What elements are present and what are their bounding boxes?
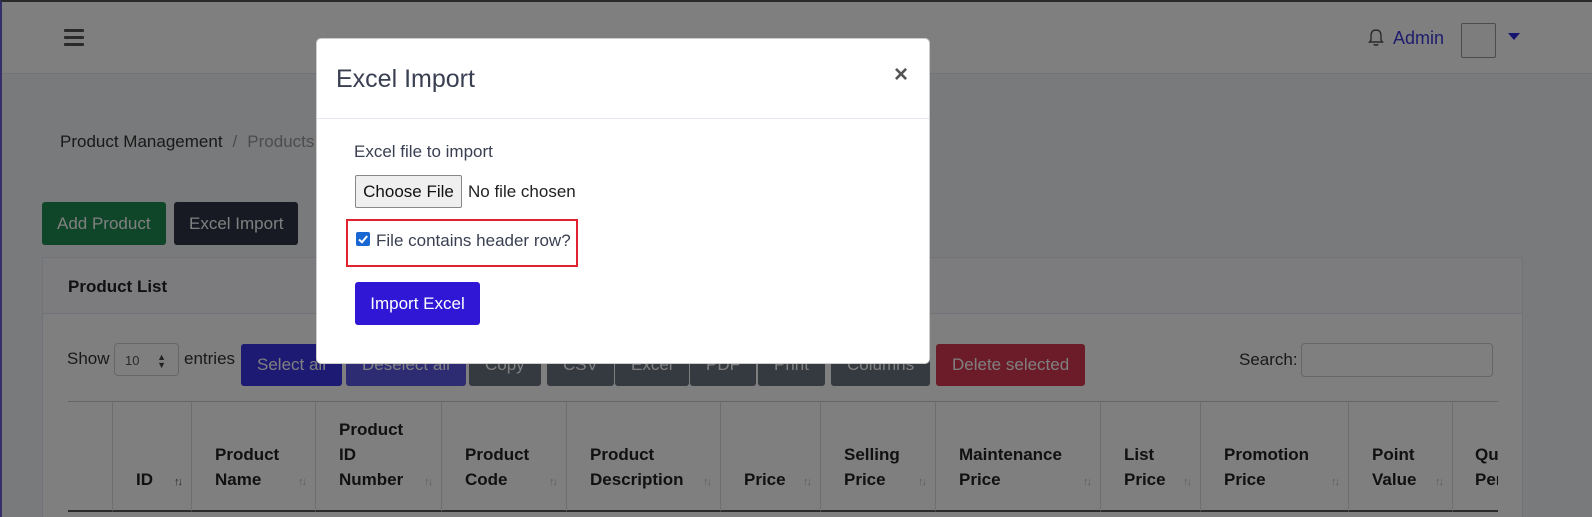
modal-title: Excel Import: [336, 65, 475, 93]
excel-import-modal: Excel Import × Excel file to import Choo…: [316, 38, 930, 364]
import-excel-button[interactable]: Import Excel: [355, 282, 480, 325]
choose-file-button[interactable]: Choose File: [355, 175, 462, 208]
header-row-checkbox[interactable]: [356, 232, 370, 246]
checkmark-icon: [358, 235, 368, 244]
file-field-label: Excel file to import: [354, 142, 493, 161]
no-file-chosen-text: No file chosen: [468, 182, 576, 201]
header-row-label[interactable]: File contains header row?: [376, 231, 571, 251]
close-icon[interactable]: ×: [894, 61, 908, 89]
modal-header: Excel Import ×: [317, 39, 929, 119]
